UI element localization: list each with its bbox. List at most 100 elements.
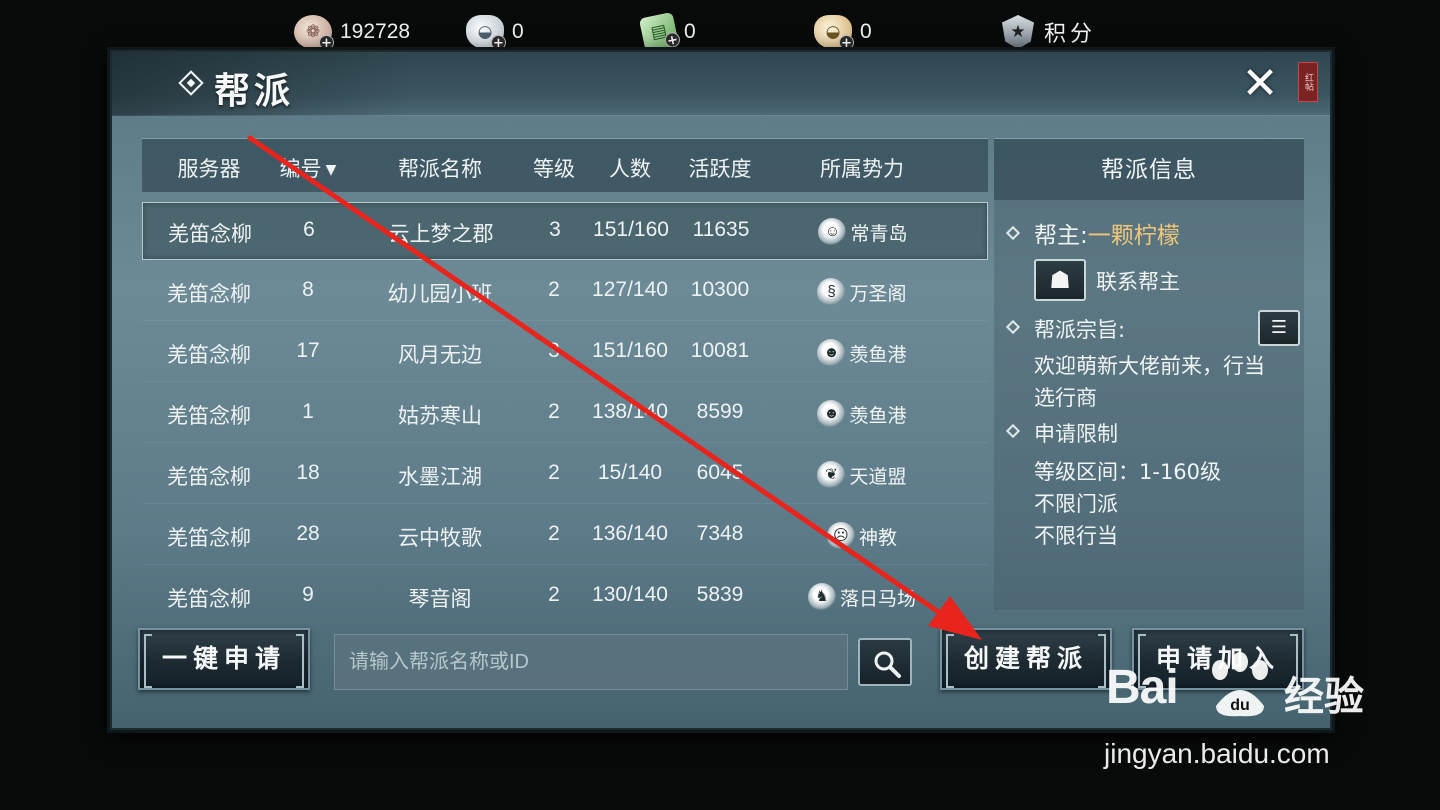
guild-list-header: 服务器 编号 ▼ 帮派名称 等级 人数 活跃度 所属势力 bbox=[142, 138, 988, 192]
purpose-text-line2: 选行商 bbox=[1034, 386, 1097, 410]
row-number: 6 bbox=[303, 218, 315, 241]
row-level: 2 bbox=[548, 400, 560, 423]
row-faction: ☻ 羡鱼港 bbox=[772, 400, 952, 428]
row-number: 1 bbox=[302, 400, 314, 423]
bullet-icon bbox=[1005, 225, 1021, 241]
create-guild-button[interactable]: 创建帮派 bbox=[940, 628, 1112, 690]
header-level[interactable]: 等级 bbox=[526, 153, 582, 183]
sort-down-icon[interactable]: ▼ bbox=[326, 162, 337, 178]
table-row[interactable]: 羌笛念柳 6 云上梦之郡 3 151/160 11635 ☺ 常青岛 bbox=[142, 202, 988, 260]
horse-icon: ♞ bbox=[807, 583, 836, 610]
ticket-resource[interactable]: ▤ + 0 bbox=[638, 11, 696, 53]
row-name: 琴音阁 bbox=[408, 588, 472, 610]
masked-figure-icon: ☻ bbox=[817, 400, 846, 428]
one-click-apply-button[interactable]: 一键申请 bbox=[138, 628, 310, 690]
table-row[interactable]: 羌笛念柳 17 风月无边 3 151/160 10081 ☻ 羡鱼港 bbox=[142, 324, 988, 382]
row-level: 2 bbox=[548, 278, 560, 301]
row-name: 云上梦之郡 bbox=[388, 223, 494, 246]
row-server: 羌笛念柳 bbox=[167, 527, 251, 550]
add-icon[interactable]: + bbox=[839, 35, 854, 51]
header-server[interactable]: 服务器 bbox=[142, 153, 276, 183]
ticket-value: 0 bbox=[684, 20, 696, 43]
add-icon[interactable]: + bbox=[491, 35, 506, 51]
row-faction: ❦ 天道盟 bbox=[772, 461, 952, 489]
table-row[interactable]: 羌笛念柳 18 水墨江湖 2 15/140 6045 ❦ 天道盟 bbox=[142, 446, 988, 504]
row-people: 15/140 bbox=[597, 461, 663, 484]
row-level: 2 bbox=[548, 522, 560, 545]
row-server: 羌笛念柳 bbox=[167, 344, 251, 367]
evergreen-island-icon: ☺ bbox=[818, 218, 847, 246]
header-name[interactable]: 帮派名称 bbox=[352, 153, 528, 183]
row-activity: 10081 bbox=[690, 339, 750, 362]
table-row[interactable]: 羌笛念柳 8 幼儿园小班 2 127/140 10300 § 万圣阁 bbox=[142, 263, 988, 321]
gold-value: 0 bbox=[860, 20, 872, 43]
silver-resource[interactable]: ◒ + 0 bbox=[466, 12, 524, 52]
baidu-watermark: Bai du 经验 jingyan.baidu.com bbox=[1100, 652, 1430, 780]
row-level: 2 bbox=[548, 461, 560, 484]
row-name: 幼儿园小班 bbox=[387, 283, 493, 306]
row-activity: 10300 bbox=[690, 278, 750, 301]
diamond-icon bbox=[178, 70, 204, 96]
row-name: 云中牧歌 bbox=[398, 527, 482, 550]
header-faction[interactable]: 所属势力 bbox=[772, 153, 952, 183]
row-faction-label: 神教 bbox=[858, 527, 897, 549]
add-icon[interactable]: + bbox=[319, 35, 334, 51]
header-number-label: 编号 bbox=[279, 157, 322, 181]
seal-stamp[interactable]: 红帖 bbox=[1298, 62, 1318, 102]
purpose-text-line1: 欢迎萌新大佬前来，行当 bbox=[1034, 354, 1265, 378]
table-row[interactable]: 羌笛念柳 28 云中牧歌 2 136/140 7348 ☹ 神教 bbox=[142, 507, 988, 565]
row-faction-label: 羡鱼港 bbox=[849, 344, 907, 366]
row-activity: 6045 bbox=[696, 461, 744, 484]
gold-resource[interactable]: ◒ + 0 bbox=[814, 12, 872, 52]
announcement-icon[interactable]: ☰ bbox=[1258, 310, 1300, 346]
row-faction: ♞ 落日马场 bbox=[772, 583, 952, 610]
score-label: 积分 bbox=[1044, 22, 1097, 47]
row-faction-label: 羡鱼港 bbox=[849, 405, 907, 427]
leader-name[interactable]: 一颗柠檬 bbox=[1088, 223, 1180, 249]
row-activity: 11635 bbox=[692, 218, 750, 241]
header-people[interactable]: 人数 bbox=[578, 153, 682, 183]
info-title: 帮派信息 bbox=[994, 138, 1304, 200]
contact-leader-link[interactable]: 联系帮主 bbox=[1096, 266, 1180, 296]
dragon-icon: § bbox=[817, 278, 846, 306]
dialog-header: 帮派 ✕ 红帖 bbox=[112, 52, 1330, 116]
limit-school: 不限门派 bbox=[1034, 492, 1118, 516]
guild-dialog: 帮派 ✕ 红帖 服务器 编号 ▼ 帮派名称 等级 人数 活跃度 所属势力 羌笛念柳… bbox=[110, 50, 1332, 730]
row-number: 28 bbox=[296, 522, 320, 545]
row-number: 18 bbox=[296, 461, 320, 484]
table-row[interactable]: 羌笛念柳 9 琴音阁 2 130/140 5839 ♞ 落日马场 bbox=[142, 568, 988, 610]
bullet-icon bbox=[1005, 319, 1021, 335]
silver-value: 0 bbox=[512, 20, 524, 43]
guild-list[interactable]: 羌笛念柳 6 云上梦之郡 3 151/160 11635 ☺ 常青岛 羌笛念柳 8… bbox=[142, 200, 988, 610]
close-icon[interactable]: ✕ bbox=[1240, 62, 1280, 106]
row-faction: ☻ 羡鱼港 bbox=[772, 339, 952, 367]
gold-ingot-icon: ◒ + bbox=[814, 15, 854, 51]
row-faction-label: 落日马场 bbox=[839, 588, 916, 610]
row-activity: 7348 bbox=[696, 522, 744, 545]
row-activity: 5839 bbox=[696, 583, 744, 606]
search-input[interactable] bbox=[334, 634, 848, 690]
ticket-icon: ▤ + bbox=[638, 11, 682, 53]
score-resource[interactable]: ★ 积分 bbox=[1002, 12, 1096, 52]
bullet-icon bbox=[1005, 423, 1021, 439]
row-number: 17 bbox=[296, 339, 320, 362]
row-faction: ☹ 神教 bbox=[772, 522, 952, 550]
header-activity[interactable]: 活跃度 bbox=[678, 153, 762, 183]
guild-info-panel: 帮派信息 帮主:一颗柠檬 ☗ 联系帮主 帮派宗旨: ☰ 欢迎萌新大佬前来，行当 … bbox=[994, 138, 1304, 610]
coin-resource[interactable]: ❁ + 192728 bbox=[294, 12, 410, 52]
search-button[interactable] bbox=[858, 638, 912, 686]
contact-leader-icon[interactable]: ☗ bbox=[1034, 259, 1086, 301]
table-row[interactable]: 羌笛念柳 1 姑苏寒山 2 138/140 8599 ☻ 羡鱼港 bbox=[142, 385, 988, 443]
row-people: 138/140 bbox=[592, 400, 668, 423]
row-faction-label: 常青岛 bbox=[850, 223, 908, 245]
row-faction-label: 天道盟 bbox=[849, 466, 907, 488]
row-server: 羌笛念柳 bbox=[168, 223, 252, 246]
watermark-url: jingyan.baidu.com bbox=[1104, 738, 1330, 769]
add-icon[interactable]: + bbox=[663, 30, 682, 49]
header-number[interactable]: 编号 ▼ bbox=[276, 153, 340, 183]
row-level: 2 bbox=[548, 583, 560, 606]
row-name: 风月无边 bbox=[398, 344, 482, 367]
silver-ingot-icon: ◒ + bbox=[466, 15, 506, 51]
watermark-cn: 经验 bbox=[1284, 674, 1364, 720]
row-people: 130/140 bbox=[592, 583, 668, 606]
